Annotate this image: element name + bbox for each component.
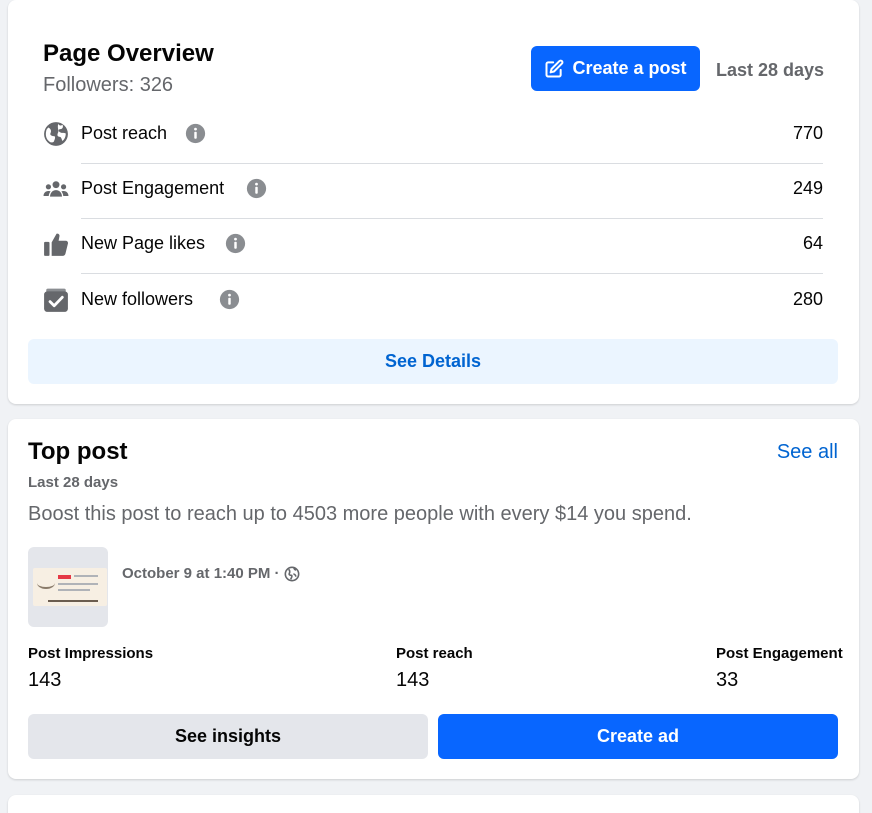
metric-value-post-reach: 770 bbox=[792, 123, 823, 143]
create-post-label: Create a post bbox=[572, 58, 687, 78]
metric-label-post-reach: Post reach bbox=[81, 123, 168, 143]
info-icon[interactable] bbox=[246, 178, 267, 199]
metric-value-new-followers: 280 bbox=[792, 289, 823, 309]
stat-value-post-engagement: 33 bbox=[716, 669, 739, 691]
stat-value-post-reach: 143 bbox=[396, 669, 430, 691]
globe-icon bbox=[44, 122, 68, 146]
metric-value-post-engagement: 249 bbox=[792, 178, 823, 198]
metric-row-new-page-likes: New Page likes 64 bbox=[43, 219, 823, 274]
boost-message: Boost this post to reach up to 4503 more… bbox=[28, 503, 692, 525]
stat-value-impressions: 143 bbox=[28, 669, 62, 691]
create-post-button[interactable]: Create a post bbox=[531, 46, 700, 91]
thumbs-up-icon bbox=[44, 233, 69, 256]
people-icon bbox=[43, 181, 69, 197]
globe-icon bbox=[284, 566, 300, 581]
page-overview-title: Page Overview bbox=[43, 40, 214, 67]
see-details-button[interactable]: See Details bbox=[28, 339, 838, 384]
post-date-text: October 9 at 1:40 PM · bbox=[122, 565, 280, 582]
stat-label-post-reach: Post reach bbox=[396, 645, 473, 662]
post-thumbnail[interactable] bbox=[28, 547, 108, 627]
metric-row-post-reach: Post reach 770 bbox=[43, 109, 823, 164]
post-timestamp[interactable]: October 9 at 1:40 PM · bbox=[122, 565, 300, 582]
see-insights-button[interactable]: See insights bbox=[28, 714, 428, 759]
metric-label-new-page-likes: New Page likes bbox=[81, 233, 206, 253]
top-post-date-range: Last 28 days bbox=[28, 474, 119, 491]
see-all-link[interactable]: See all bbox=[777, 441, 838, 464]
edit-icon bbox=[545, 59, 564, 77]
followers-icon bbox=[44, 288, 68, 312]
create-ad-button[interactable]: Create ad bbox=[438, 714, 838, 759]
metric-value-new-page-likes: 64 bbox=[802, 233, 823, 253]
stat-label-post-engagement: Post Engagement bbox=[716, 645, 843, 662]
date-range-label: Last 28 days bbox=[716, 60, 825, 80]
info-icon[interactable] bbox=[225, 233, 246, 254]
page-overview-card: Page Overview Followers: 326 Create a po… bbox=[8, 0, 859, 404]
followers-count: Followers: 326 bbox=[43, 74, 174, 96]
metric-row-post-engagement: Post Engagement 249 bbox=[43, 164, 823, 219]
next-card bbox=[8, 795, 859, 813]
divider bbox=[81, 273, 823, 274]
metric-label-new-followers: New followers bbox=[81, 289, 194, 309]
info-icon[interactable] bbox=[185, 123, 206, 144]
metric-label-post-engagement: Post Engagement bbox=[81, 178, 225, 198]
metric-row-new-followers: New followers 280 bbox=[43, 275, 823, 330]
top-post-title: Top post bbox=[28, 438, 128, 465]
top-post-card: Top post See all Last 28 days Boost this… bbox=[8, 419, 859, 779]
info-icon[interactable] bbox=[219, 289, 240, 310]
stat-label-impressions: Post Impressions bbox=[28, 645, 154, 662]
